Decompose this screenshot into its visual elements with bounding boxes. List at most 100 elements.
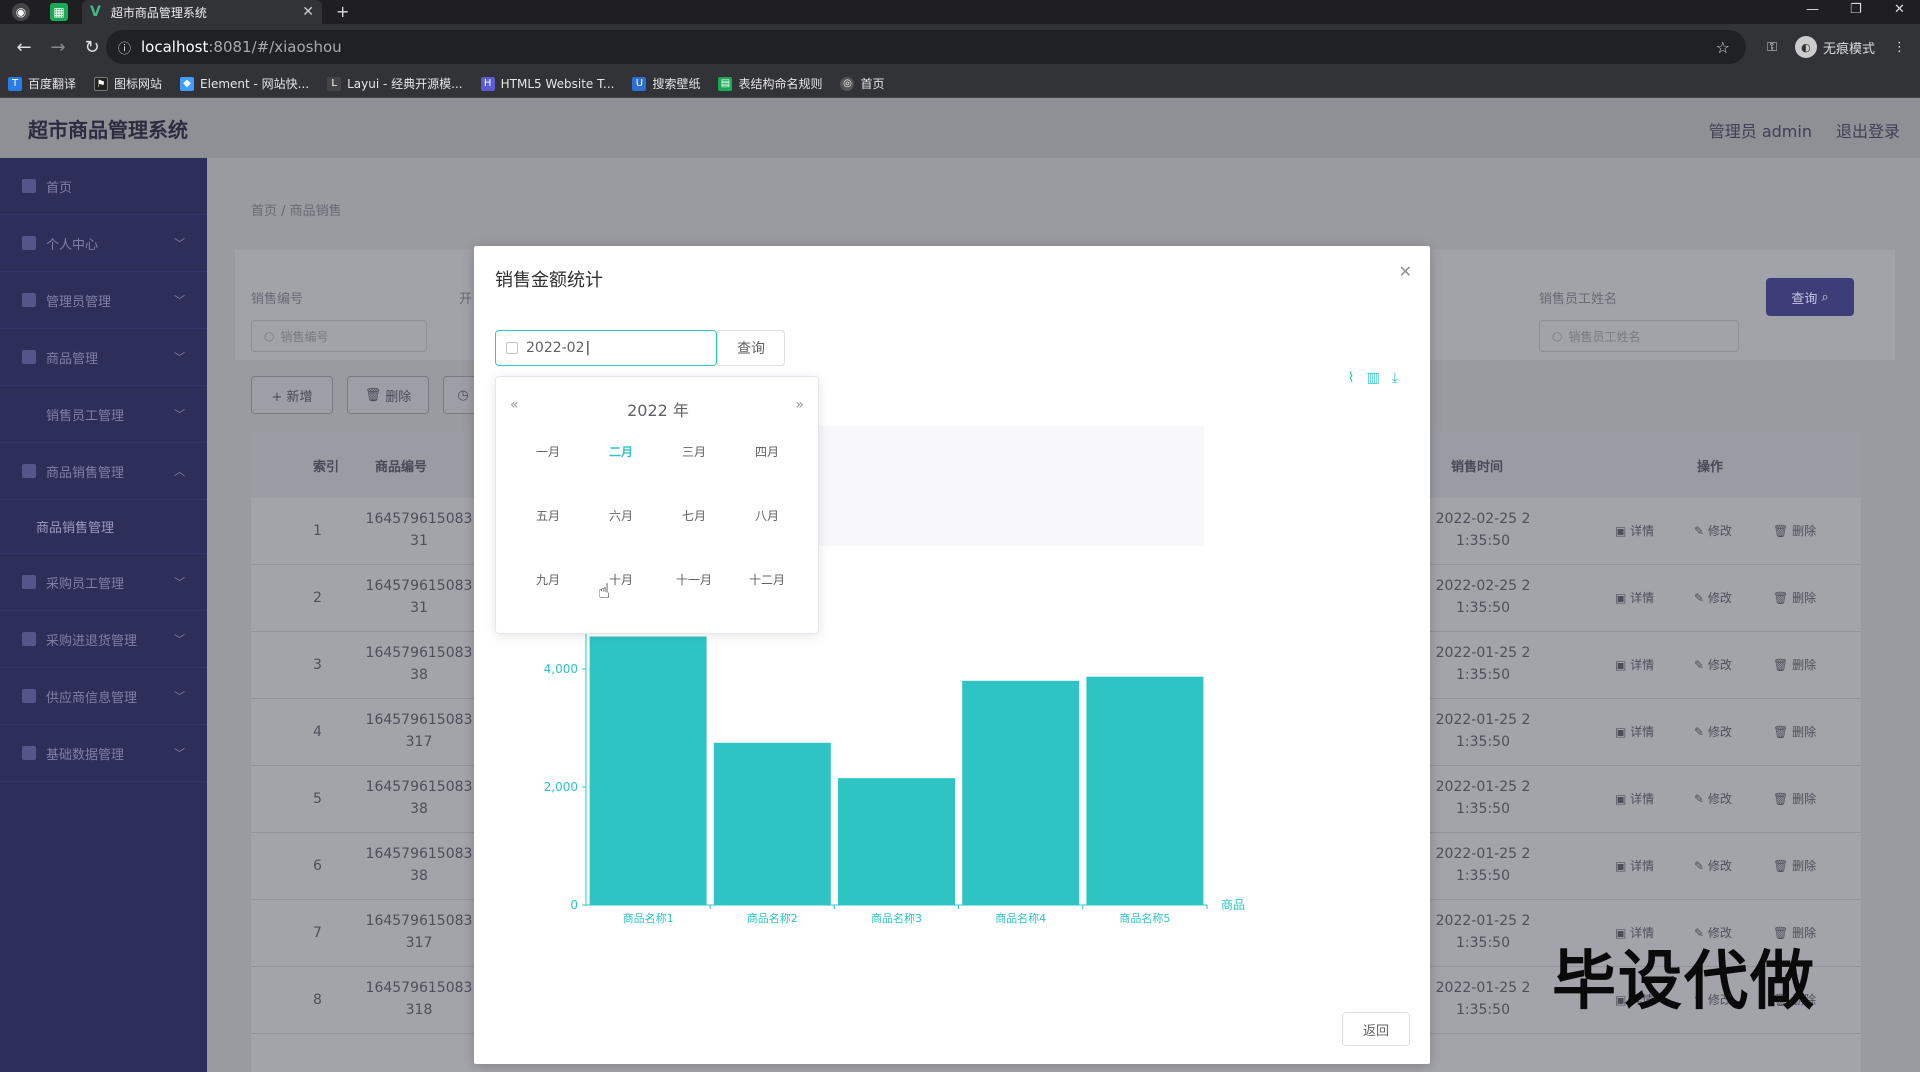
reload-icon[interactable]: ↻ xyxy=(82,37,102,58)
bookmark-item[interactable]: L Layui - 经典开源模... xyxy=(327,75,463,92)
row-delete-button[interactable]: 🗑 删除 xyxy=(1773,723,1816,740)
detail-button[interactable]: ▣ 详情 xyxy=(1615,522,1654,539)
row-code: 164579615083 38 xyxy=(365,645,473,683)
tab-active[interactable]: V 超市商品管理系统 ✕ xyxy=(82,0,322,24)
sidebar-item-profile[interactable]: 个人中心 ﹀ xyxy=(0,215,207,272)
row-index: 7 xyxy=(313,925,322,941)
bookmark-item[interactable]: ▤ 表结构命名规则 xyxy=(718,75,822,92)
month-cell[interactable]: 十二月 xyxy=(737,571,797,588)
search-query-button[interactable]: 查询 ⌕ xyxy=(1766,278,1854,316)
delete-button[interactable]: 🗑 删除 xyxy=(347,376,429,414)
download-icon[interactable]: ⤓ xyxy=(1392,370,1398,386)
tab-title: 超市商品管理系统 xyxy=(110,5,207,20)
month-cell[interactable]: 九月 xyxy=(518,571,578,588)
bookmark-item[interactable]: U 搜索壁纸 xyxy=(632,75,700,92)
month-cell[interactable]: 四月 xyxy=(737,443,797,460)
close-icon[interactable]: ✕ xyxy=(1399,262,1412,281)
sidebar-item-purchase-returns[interactable]: 采购进退货管理 ﹀ xyxy=(0,611,207,668)
sales-bar-chart: 0 2,000 4,000 商品名称1 商品名称2 商品名称3 商品名称4 商品名称5 商品 xyxy=(544,426,1245,925)
row-time: 2022-01-25 2 1:35:50 xyxy=(1435,980,1531,1018)
tab-close-icon[interactable]: ✕ xyxy=(302,4,314,20)
sidebar-item-base-data[interactable]: 基础数据管理 ﹀ xyxy=(0,725,207,782)
bookmark-item[interactable]: T 百度翻译 xyxy=(8,75,76,92)
minimize-icon[interactable]: — xyxy=(1806,2,1819,17)
month-cell[interactable]: 三月 xyxy=(664,443,724,460)
search-icon: ○ xyxy=(1552,329,1563,343)
month-cell[interactable]: 二月 xyxy=(591,443,651,460)
edit-button[interactable]: ✎ 修改 xyxy=(1694,790,1732,807)
month-cell[interactable]: 七月 xyxy=(664,507,724,524)
window-close-icon[interactable]: ✕ xyxy=(1894,2,1905,17)
pinned-tab-icon[interactable]: ▦ xyxy=(50,3,68,21)
edit-button[interactable]: ✎ 修改 xyxy=(1694,522,1732,539)
month-cell[interactable]: 五月 xyxy=(518,507,578,524)
col-time[interactable]: 销售时间 xyxy=(1451,456,1503,475)
bookmark-star-icon[interactable]: ☆ xyxy=(1716,38,1730,57)
search-id-input[interactable]: ○ 销售编号 xyxy=(251,320,427,352)
sidebar-item-sales-staff[interactable]: 销售员工管理 ﹀ xyxy=(0,386,207,443)
month-cell[interactable]: 八月 xyxy=(737,507,797,524)
search-icon: ○ xyxy=(264,329,275,343)
browser-chrome: ◉ ▦ V 超市商品管理系统 ✕ + — ❐ ✕ ← → ↻ ⓘ localho… xyxy=(0,0,1920,98)
month-cell[interactable]: 十一月 xyxy=(664,571,724,588)
detail-button[interactable]: ▣ 详情 xyxy=(1615,656,1654,673)
search-label-time: 开 xyxy=(459,292,473,307)
row-delete-button[interactable]: 🗑 删除 xyxy=(1773,589,1816,606)
sales-icon xyxy=(22,464,36,478)
address-bar[interactable]: ⓘ localhost:8081/#/xiaoshou ☆ xyxy=(106,30,1746,64)
key-icon[interactable]: ⚿ xyxy=(1767,40,1777,55)
back-icon[interactable]: ← xyxy=(14,37,34,58)
sidebar-item-goods[interactable]: 商品管理 ﹀ xyxy=(0,329,207,386)
row-delete-button[interactable]: 🗑 删除 xyxy=(1773,790,1816,807)
row-delete-button[interactable]: 🗑 删除 xyxy=(1773,522,1816,539)
bookmark-item[interactable]: ◆ Element - 网站快... xyxy=(180,75,309,92)
add-button[interactable]: + 新增 xyxy=(251,376,333,414)
restore-icon[interactable]: ❐ xyxy=(1850,2,1862,17)
bookmark-item[interactable]: ◎ 首页 xyxy=(840,75,885,92)
dialog-query-button[interactable]: 查询 xyxy=(717,330,785,366)
month-cell[interactable]: 六月 xyxy=(591,507,651,524)
more-icon[interactable]: ⋮ xyxy=(1893,40,1906,55)
sidebar-subitem-sales[interactable]: 商品销售管理 xyxy=(0,500,207,554)
month-cell[interactable]: 一月 xyxy=(518,443,578,460)
detail-button[interactable]: ▣ 详情 xyxy=(1615,790,1654,807)
sidebar-item-home[interactable]: 首页 xyxy=(0,158,207,215)
row-index: 1 xyxy=(313,523,322,539)
col-code[interactable]: 商品编号 xyxy=(375,456,427,475)
bookmark-item[interactable]: ⚑ 图标网站 xyxy=(94,75,162,92)
logout-link[interactable]: 退出登录 xyxy=(1836,118,1900,142)
element-icon: ◆ xyxy=(180,76,195,91)
detail-button[interactable]: ▣ 详情 xyxy=(1615,589,1654,606)
row-index: 2 xyxy=(313,590,322,606)
edit-button[interactable]: ✎ 修改 xyxy=(1694,656,1732,673)
bar-chart-icon[interactable]: ▥ xyxy=(1367,370,1380,386)
search-staff-input[interactable]: ○ 销售员工姓名 xyxy=(1539,320,1739,352)
detail-button[interactable]: ▣ 详情 xyxy=(1615,723,1654,740)
edit-button[interactable]: ✎ 修改 xyxy=(1694,589,1732,606)
edit-button[interactable]: ✎ 修改 xyxy=(1694,723,1732,740)
back-button[interactable]: 返回 xyxy=(1342,1012,1410,1046)
bookmark-item[interactable]: H HTML5 Website T... xyxy=(480,76,614,91)
dialog-title: 销售金额统计 xyxy=(495,270,603,291)
sidebar-item-sales-mgmt[interactable]: 商品销售管理 ︿ xyxy=(0,443,207,500)
month-date-input[interactable]: 2022-02 | xyxy=(495,330,717,366)
app-header: 超市商品管理系统 管理员 admin 退出登录 xyxy=(0,98,1920,158)
next-year-icon[interactable]: » xyxy=(795,397,804,413)
sidebar-item-suppliers[interactable]: 供应商信息管理 ﹀ xyxy=(0,668,207,725)
line-chart-icon[interactable]: ⌇ xyxy=(1348,370,1355,386)
trash-icon: 🗑 xyxy=(1773,591,1793,605)
browser-menu-icon[interactable]: ◉ xyxy=(12,3,30,21)
row-delete-button[interactable]: 🗑 删除 xyxy=(1773,857,1816,874)
row-delete-button[interactable]: 🗑 删除 xyxy=(1773,656,1816,673)
new-tab-icon[interactable]: + xyxy=(336,2,349,21)
edit-button[interactable]: ✎ 修改 xyxy=(1694,857,1732,874)
row-code: 164579615083 38 xyxy=(365,846,473,884)
info-icon[interactable]: ⓘ xyxy=(118,38,131,57)
row-code: 164579615083 318 xyxy=(365,980,473,1018)
forward-icon[interactable]: → xyxy=(48,37,68,58)
sidebar-item-purchase-staff[interactable]: 采购员工管理 ﹀ xyxy=(0,554,207,611)
incognito-indicator[interactable]: ◐ 无痕模式 xyxy=(1794,36,1875,58)
detail-button[interactable]: ▣ 详情 xyxy=(1615,857,1654,874)
y-tick-label: 2,000 xyxy=(544,780,578,794)
sidebar-item-admins[interactable]: 管理员管理 ﹀ xyxy=(0,272,207,329)
